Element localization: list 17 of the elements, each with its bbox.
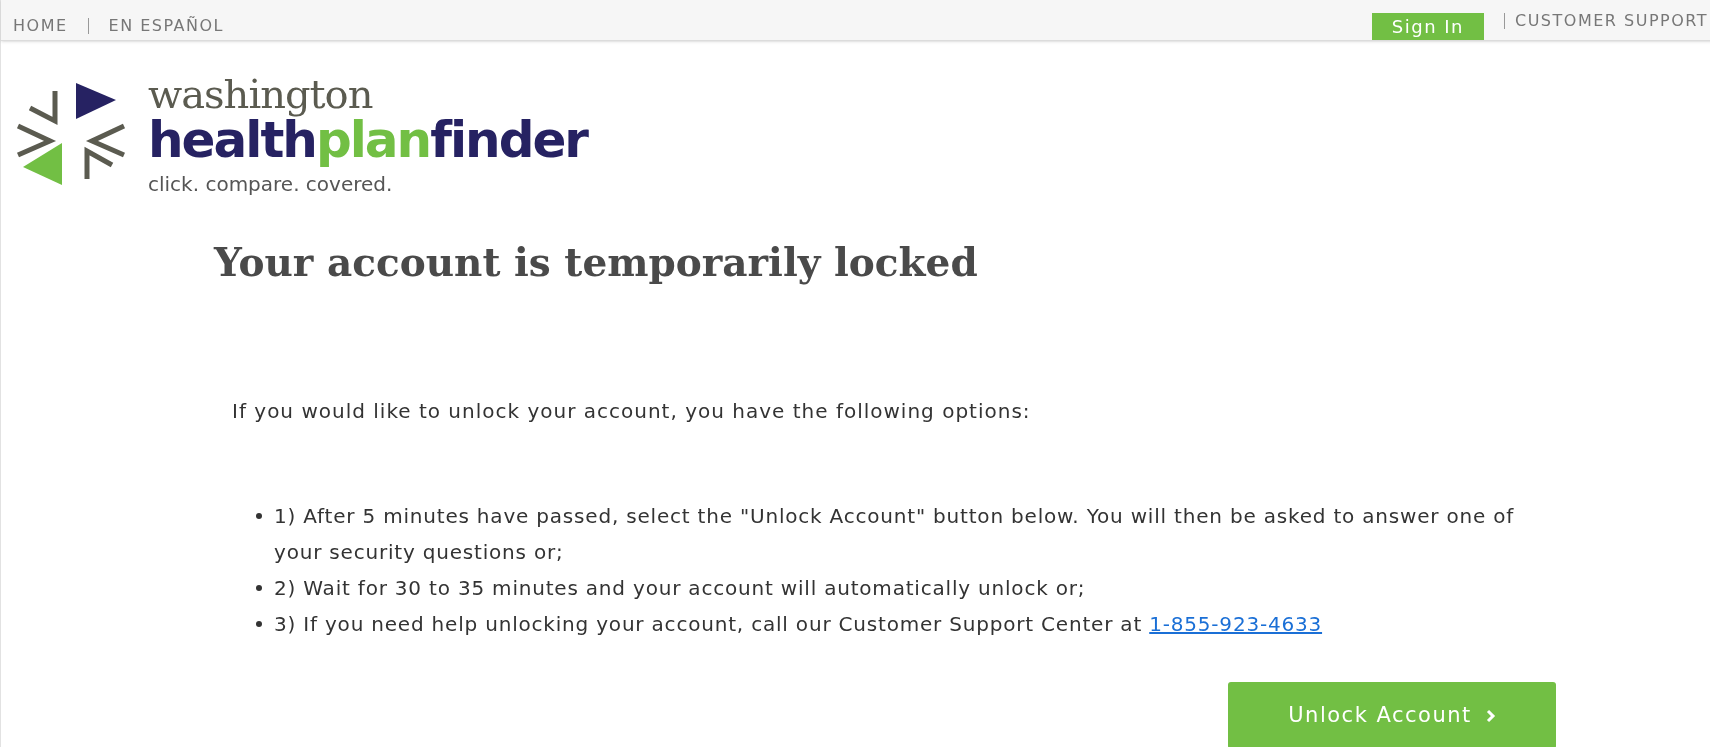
logo-tagline: click. compare. covered. <box>148 172 393 196</box>
bullet-icon <box>256 585 262 591</box>
sign-in-button[interactable]: Sign In <box>1371 13 1484 40</box>
logo-icon <box>16 83 126 187</box>
intro-text: If you would like to unlock your account, you have the following options: <box>232 398 1031 425</box>
option-text: 3) If you need help unlocking your account, call our Customer Support Center at 1-855-923-4633 <box>274 611 1323 638</box>
nav-link[interactable]: EN ESPAÑOL <box>108 14 225 38</box>
phone-link[interactable]: 1-855-923-4633 <box>1149 612 1323 636</box>
bullet-icon <box>256 513 262 519</box>
nav-link[interactable]: CUSTOMER SUPPORT <box>1515 8 1708 33</box>
unlock-account-button[interactable]: Unlock Account <box>1228 682 1556 747</box>
option-text: 2) Wait for 30 to 35 minutes and your account will automatically unlock or; <box>274 575 1086 602</box>
option-text: 1) After 5 minutes have passed, select the "Unlock Account" button below. You will then be asked to answer one of your security questions or; <box>274 503 1516 566</box>
chevron-right-icon <box>1485 708 1496 723</box>
bullet-icon <box>256 621 262 627</box>
page-heading: Your account is temporarily locked <box>214 238 978 286</box>
nav-link[interactable]: HOME <box>13 14 68 38</box>
